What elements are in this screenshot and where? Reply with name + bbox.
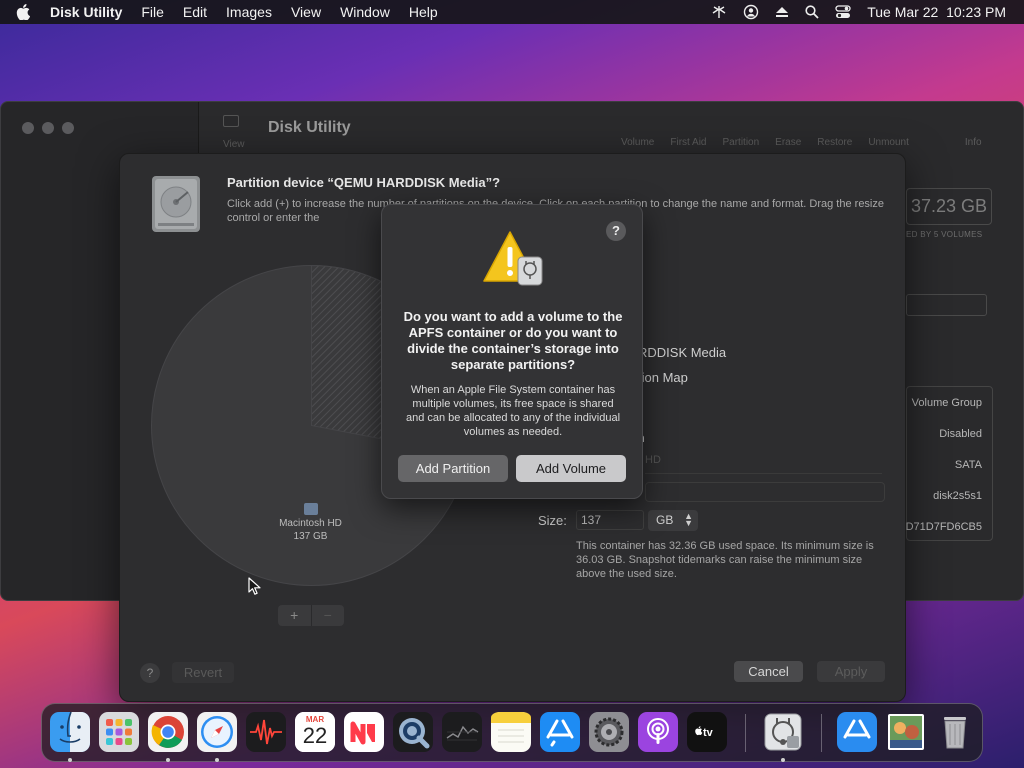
- control-center-icon[interactable]: [835, 5, 851, 19]
- chevron-up-down-icon: ▲ ▼: [684, 511, 693, 528]
- name-field-value: HD: [645, 454, 661, 466]
- toolbar-volume-button[interactable]: Volume: [621, 137, 654, 148]
- window-controls: [22, 122, 74, 134]
- add-partition-dialog-button[interactable]: Add Partition: [398, 455, 508, 482]
- voice-memos-icon[interactable]: [246, 712, 286, 752]
- menu-view[interactable]: View: [291, 4, 321, 20]
- spotlight-search-icon[interactable]: [805, 5, 819, 19]
- close-window-button[interactable]: [22, 122, 34, 134]
- cancel-button[interactable]: Cancel: [734, 661, 803, 682]
- apfs-alert-dialog: ? Do you want to add a volume to the APF…: [381, 204, 643, 499]
- minimize-window-button[interactable]: [42, 122, 54, 134]
- notes-icon[interactable]: [491, 712, 531, 752]
- format-select[interactable]: [645, 482, 885, 502]
- apple-tv-icon[interactable]: tv: [687, 712, 727, 752]
- apply-button[interactable]: Apply: [817, 661, 885, 682]
- eject-icon[interactable]: [775, 6, 789, 18]
- usage-bar: [906, 294, 987, 316]
- apple-menu-icon[interactable]: [16, 4, 32, 20]
- menu-bar: Disk Utility File Edit Images View Windo…: [0, 0, 1024, 24]
- finder-icon[interactable]: [50, 712, 90, 752]
- scheme-partial: tion Map: [638, 370, 688, 385]
- svg-text:tv: tv: [703, 727, 714, 739]
- remove-partition-button[interactable]: −: [310, 605, 345, 626]
- info-value: Disabled: [939, 428, 982, 440]
- user-account-icon[interactable]: [743, 4, 759, 20]
- info-value: SATA: [954, 459, 982, 471]
- container-size-note: This container has 32.36 GB used space. …: [576, 540, 874, 580]
- add-volume-dialog-button[interactable]: Add Volume: [516, 455, 626, 482]
- menu-images[interactable]: Images: [226, 4, 272, 20]
- sheet-title: Partition device “QEMU HARDDISK Media”?: [227, 175, 501, 190]
- hard-disk-icon: [148, 174, 204, 234]
- app-store-icon[interactable]: [540, 712, 580, 752]
- dock-separator: [821, 714, 822, 752]
- size-input[interactable]: 137: [576, 510, 644, 530]
- menu-clock[interactable]: Tue Mar 22 10:23 PM: [867, 4, 1006, 20]
- help-button[interactable]: ?: [140, 663, 160, 683]
- podcasts-icon[interactable]: [638, 712, 678, 752]
- revert-button[interactable]: Revert: [172, 662, 234, 683]
- quicktime-icon[interactable]: [393, 712, 433, 752]
- preview-image-icon[interactable]: [886, 712, 926, 752]
- alert-help-button[interactable]: ?: [606, 221, 626, 241]
- sidebar-view-icon[interactable]: [223, 115, 239, 127]
- trash-icon[interactable]: [935, 712, 975, 752]
- menu-window[interactable]: Window: [340, 4, 390, 20]
- safari-icon[interactable]: [197, 712, 237, 752]
- capacity-display: 37.23 GB: [906, 188, 992, 225]
- device-name-partial: RDDISK Media: [638, 345, 727, 360]
- window-title: Disk Utility: [268, 119, 351, 136]
- pie-volume-label: Macintosh HD 137 GB: [248, 503, 373, 543]
- add-partition-button[interactable]: +: [278, 605, 311, 626]
- warning-icon: [482, 229, 546, 289]
- app-store-folder-icon[interactable]: [837, 712, 877, 752]
- toolbar-first-aid-button[interactable]: First Aid: [670, 137, 706, 148]
- volume-icon: [303, 503, 318, 515]
- toolbar-erase-button[interactable]: Erase: [775, 137, 801, 148]
- system-preferences-icon[interactable]: [589, 712, 629, 752]
- pie-volume-name: Macintosh HD: [279, 518, 342, 529]
- stocks-icon[interactable]: [442, 712, 482, 752]
- size-unit-select[interactable]: GB ▲ ▼: [648, 510, 698, 531]
- running-indicator: [68, 758, 72, 762]
- menu-edit[interactable]: Edit: [183, 4, 207, 20]
- size-label: Size:: [538, 513, 567, 528]
- menu-app-name[interactable]: Disk Utility: [50, 4, 122, 20]
- toolbar: Volume First Aid Partition Erase Restore…: [621, 137, 982, 148]
- size-unit-value: GB: [656, 513, 674, 527]
- calendar-day: 22: [302, 723, 328, 748]
- toolbar-restore-button[interactable]: Restore: [817, 137, 852, 148]
- pie-volume-size: 137 GB: [293, 531, 328, 542]
- view-label: View: [223, 139, 245, 150]
- running-indicator: [215, 758, 219, 762]
- dock: MAR 22 tv: [41, 703, 983, 762]
- running-indicator: [166, 758, 170, 762]
- name-field[interactable]: HD: [645, 454, 882, 474]
- info-value: disk2s5s1: [933, 490, 982, 502]
- calendar-icon[interactable]: MAR 22: [295, 712, 335, 752]
- chrome-icon[interactable]: [148, 712, 188, 752]
- zoom-window-button[interactable]: [62, 122, 74, 134]
- info-value: D71D7FD6CB5: [905, 521, 982, 533]
- launchpad-icon[interactable]: [99, 712, 139, 752]
- alert-heading: Do you want to add a volume to the APFS …: [403, 309, 623, 372]
- toolbar-info-button[interactable]: Info: [965, 137, 982, 148]
- disk-utility-icon[interactable]: [763, 712, 803, 752]
- add-remove-partition-control: + −: [278, 605, 344, 626]
- network-icon[interactable]: [711, 5, 727, 19]
- running-indicator: [781, 758, 785, 762]
- info-value: Volume Group: [911, 397, 982, 409]
- news-icon[interactable]: [344, 712, 384, 752]
- dock-separator: [745, 714, 746, 752]
- menu-help[interactable]: Help: [409, 4, 438, 20]
- mouse-pointer-icon: [248, 577, 261, 595]
- shared-by-label: ED BY 5 VOLUMES: [906, 230, 983, 239]
- info-table: Volume Group Disabled SATA disk2s5s1 D71…: [906, 386, 993, 541]
- toolbar-partition-button[interactable]: Partition: [722, 137, 759, 148]
- toolbar-unmount-button[interactable]: Unmount: [868, 137, 909, 148]
- menu-file[interactable]: File: [141, 4, 164, 20]
- alert-body: When an Apple File System container has …: [405, 384, 621, 438]
